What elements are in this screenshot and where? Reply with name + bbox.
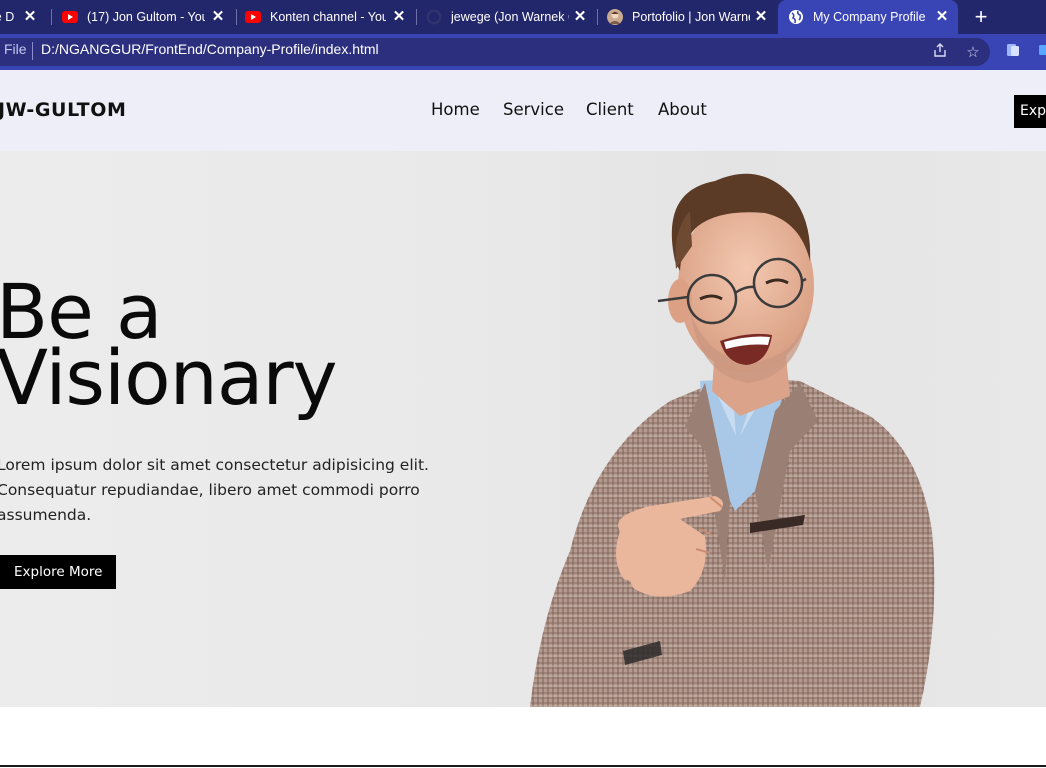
tab-title: Konten channel - YouT [270, 10, 386, 24]
tab-separator [236, 9, 237, 25]
nav-home[interactable]: Home [431, 100, 480, 119]
share-icon[interactable] [930, 42, 950, 62]
address-url[interactable]: D:/NGANGGUR/FrontEnd/Company-Profile/ind… [41, 41, 379, 57]
tab-separator [416, 9, 417, 25]
avatar-icon [607, 9, 623, 25]
profile-icon[interactable] [1034, 42, 1046, 62]
tab-4[interactable]: jewege (Jon Warnek G ✕ [426, 0, 596, 34]
tab-separator [51, 9, 52, 25]
web-page: JW-GULTOM Home Service Client About Expl… [0, 70, 1046, 768]
address-separator [32, 42, 33, 60]
new-tab-button[interactable]: + [968, 4, 994, 30]
tab-title: My Company Profile [813, 10, 926, 24]
nav-about[interactable]: About [658, 100, 707, 119]
tab-3[interactable]: Konten channel - YouT ✕ [245, 0, 415, 34]
hero-headline: Be a Visionary [0, 274, 338, 422]
close-tab-icon[interactable]: ✕ [934, 9, 950, 25]
tab-active[interactable]: My Company Profile ✕ [778, 0, 958, 34]
bookmark-star-icon[interactable]: ☆ [963, 42, 983, 62]
tab-title: jewege (Jon Warnek G [451, 10, 569, 24]
github-icon [426, 9, 442, 25]
tab-separator [597, 9, 598, 25]
close-tab-icon[interactable]: ✕ [753, 9, 769, 25]
close-tab-icon[interactable]: ✕ [210, 9, 226, 25]
site-navbar: JW-GULTOM Home Service Client About Expl… [0, 70, 1046, 151]
hero-description: Lorem ipsum dolor sit amet consectetur a… [0, 456, 429, 524]
globe-icon [788, 9, 804, 25]
tab-strip: le D ✕ (17) Jon Gultom - YouT ✕ Konten c… [0, 0, 1046, 34]
hero-person-image [530, 173, 935, 707]
headline-line-2: Visionary [0, 333, 338, 422]
tab-2[interactable]: (17) Jon Gultom - YouT ✕ [62, 0, 234, 34]
section-divider [0, 765, 1046, 767]
extension-icon[interactable] [1003, 42, 1023, 62]
hero-section: Be a Visionary Lorem ipsum dolor sit ame… [0, 151, 1046, 707]
site-logo[interactable]: JW-GULTOM [0, 99, 126, 121]
nav-explore-button[interactable]: Explore More [1014, 95, 1046, 128]
close-tab-icon[interactable]: ✕ [391, 9, 407, 25]
tab-title: le D [0, 10, 15, 24]
youtube-icon [245, 9, 261, 25]
nav-service[interactable]: Service [503, 100, 564, 119]
close-tab-icon[interactable]: ✕ [22, 9, 38, 25]
address-scheme-label: File [4, 41, 27, 57]
tab-title: (17) Jon Gultom - YouT [87, 10, 205, 24]
nav-client[interactable]: Client [586, 100, 634, 119]
close-tab-icon[interactable]: ✕ [572, 9, 588, 25]
tab-title: Portofolio | Jon Warne [632, 10, 750, 24]
explore-more-button[interactable]: Explore More [0, 555, 116, 589]
tab-1[interactable]: le D ✕ [0, 0, 46, 34]
tab-5[interactable]: Portofolio | Jon Warne ✕ [607, 0, 777, 34]
youtube-icon [62, 9, 78, 25]
